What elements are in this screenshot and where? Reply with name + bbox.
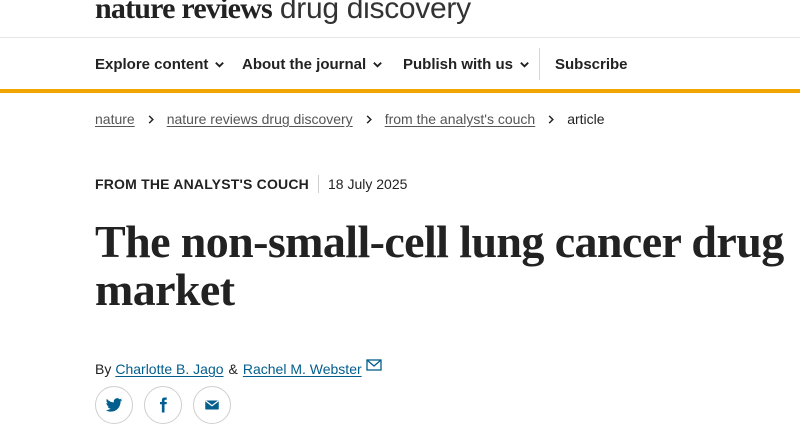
nav-subscribe[interactable]: Subscribe — [555, 56, 628, 73]
nav-publish-with-us-label: Publish with us — [403, 56, 514, 73]
facebook-icon — [160, 397, 167, 413]
breadcrumb: nature nature reviews drug discovery fro… — [95, 111, 605, 127]
chevron-down-icon — [373, 62, 382, 68]
nav-subscribe-label: Subscribe — [555, 56, 628, 73]
publish-date: 18 July 2025 — [328, 176, 408, 192]
chevron-right-icon — [548, 114, 555, 124]
nav-about-journal-label: About the journal — [242, 56, 367, 73]
chevron-down-icon — [520, 62, 529, 68]
share-facebook-button[interactable] — [144, 386, 182, 424]
chevron-right-icon — [366, 114, 372, 124]
site-header: nature reviews drug discovery — [0, 0, 800, 38]
author-link[interactable]: Rachel M. Webster — [243, 361, 362, 377]
nav-explore-content-label: Explore content — [95, 56, 209, 73]
byline: By Charlotte B. Jago & Rachel M. Webster — [95, 359, 382, 377]
article-title: The non-small-cell lung cancer drug mark… — [95, 216, 784, 315]
article-type: FROM THE ANALYST'S COUCH — [95, 176, 309, 192]
breadcrumb-current: article — [567, 111, 605, 127]
breadcrumb-journal[interactable]: nature reviews drug discovery — [167, 111, 353, 127]
email-icon — [205, 400, 219, 410]
share-email-button[interactable] — [193, 386, 231, 424]
corresponding-author-email-icon[interactable] — [365, 359, 382, 371]
accent-rule — [0, 89, 800, 93]
logo-journal-name: drug discovery — [279, 0, 471, 25]
nav-divider — [539, 48, 540, 80]
breadcrumb-nature[interactable]: nature — [95, 111, 135, 127]
journal-logo[interactable]: nature reviews drug discovery — [95, 0, 471, 26]
chevron-down-icon — [215, 62, 225, 68]
article-meta: FROM THE ANALYST'S COUCH 18 July 2025 — [95, 175, 407, 193]
nav-publish-with-us[interactable]: Publish with us — [403, 56, 530, 73]
breadcrumb-section[interactable]: from the analyst's couch — [385, 111, 536, 127]
logo-nature-reviews: nature reviews — [95, 0, 273, 25]
chevron-right-icon — [148, 114, 154, 124]
share-twitter-button[interactable] — [95, 386, 133, 424]
author-separator: & — [228, 361, 238, 377]
author-link[interactable]: Charlotte B. Jago — [115, 361, 223, 377]
meta-divider — [318, 175, 319, 193]
byline-prefix: By — [95, 361, 112, 377]
nav-explore-content[interactable]: Explore content — [95, 56, 225, 73]
twitter-icon — [105, 398, 123, 412]
nav-about-journal[interactable]: About the journal — [242, 56, 383, 73]
main-nav: Explore content About the journal Publis… — [0, 39, 800, 89]
